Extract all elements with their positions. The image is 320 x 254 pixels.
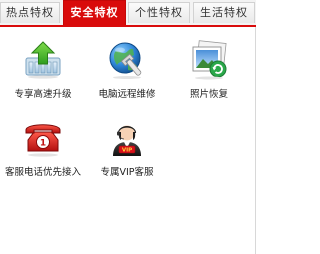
privilege-item-priority-hotline[interactable]: 1 客服电话优先接入 (0, 118, 86, 198)
item-label: 照片恢复 (189, 89, 228, 100)
globe-wrench-icon (109, 42, 142, 79)
item-label: 专享高速升级 (14, 89, 72, 100)
tab-life-privileges[interactable]: 生活特权 (193, 2, 255, 23)
privilege-tab-bar: 热点特权 安全特权 个性特权 生活特权 (0, 0, 256, 27)
privilege-item-fast-upgrade[interactable]: 专享高速升级 (0, 40, 86, 120)
privilege-item-vip-service[interactable]: VIP 专属VIP客服 (84, 118, 170, 198)
item-label: 专属VIP客服 (100, 167, 154, 178)
tab-security-privileges[interactable]: 安全特权 (63, 0, 126, 25)
tab-personal-privileges[interactable]: 个性特权 (128, 2, 190, 23)
upgrade-arrow-icon (25, 41, 61, 79)
privilege-panel: 热点特权 安全特权 个性特权 生活特权 专享高速升级 电脑远程维修 照片恢复 1… (0, 0, 256, 254)
photo-restore-icon (192, 40, 227, 80)
red-phone-icon: 1 (25, 124, 61, 157)
svg-text:VIP: VIP (122, 148, 132, 154)
item-label: 客服电话优先接入 (4, 167, 81, 178)
svg-text:1: 1 (40, 139, 46, 149)
privilege-item-photo-restore[interactable]: 照片恢复 (166, 40, 252, 120)
tab-hot-privileges[interactable]: 热点特权 (0, 2, 60, 23)
item-label: 电脑远程维修 (98, 89, 156, 100)
vip-agent-icon: VIP (113, 125, 141, 156)
privilege-item-remote-repair[interactable]: 电脑远程维修 (84, 40, 170, 120)
